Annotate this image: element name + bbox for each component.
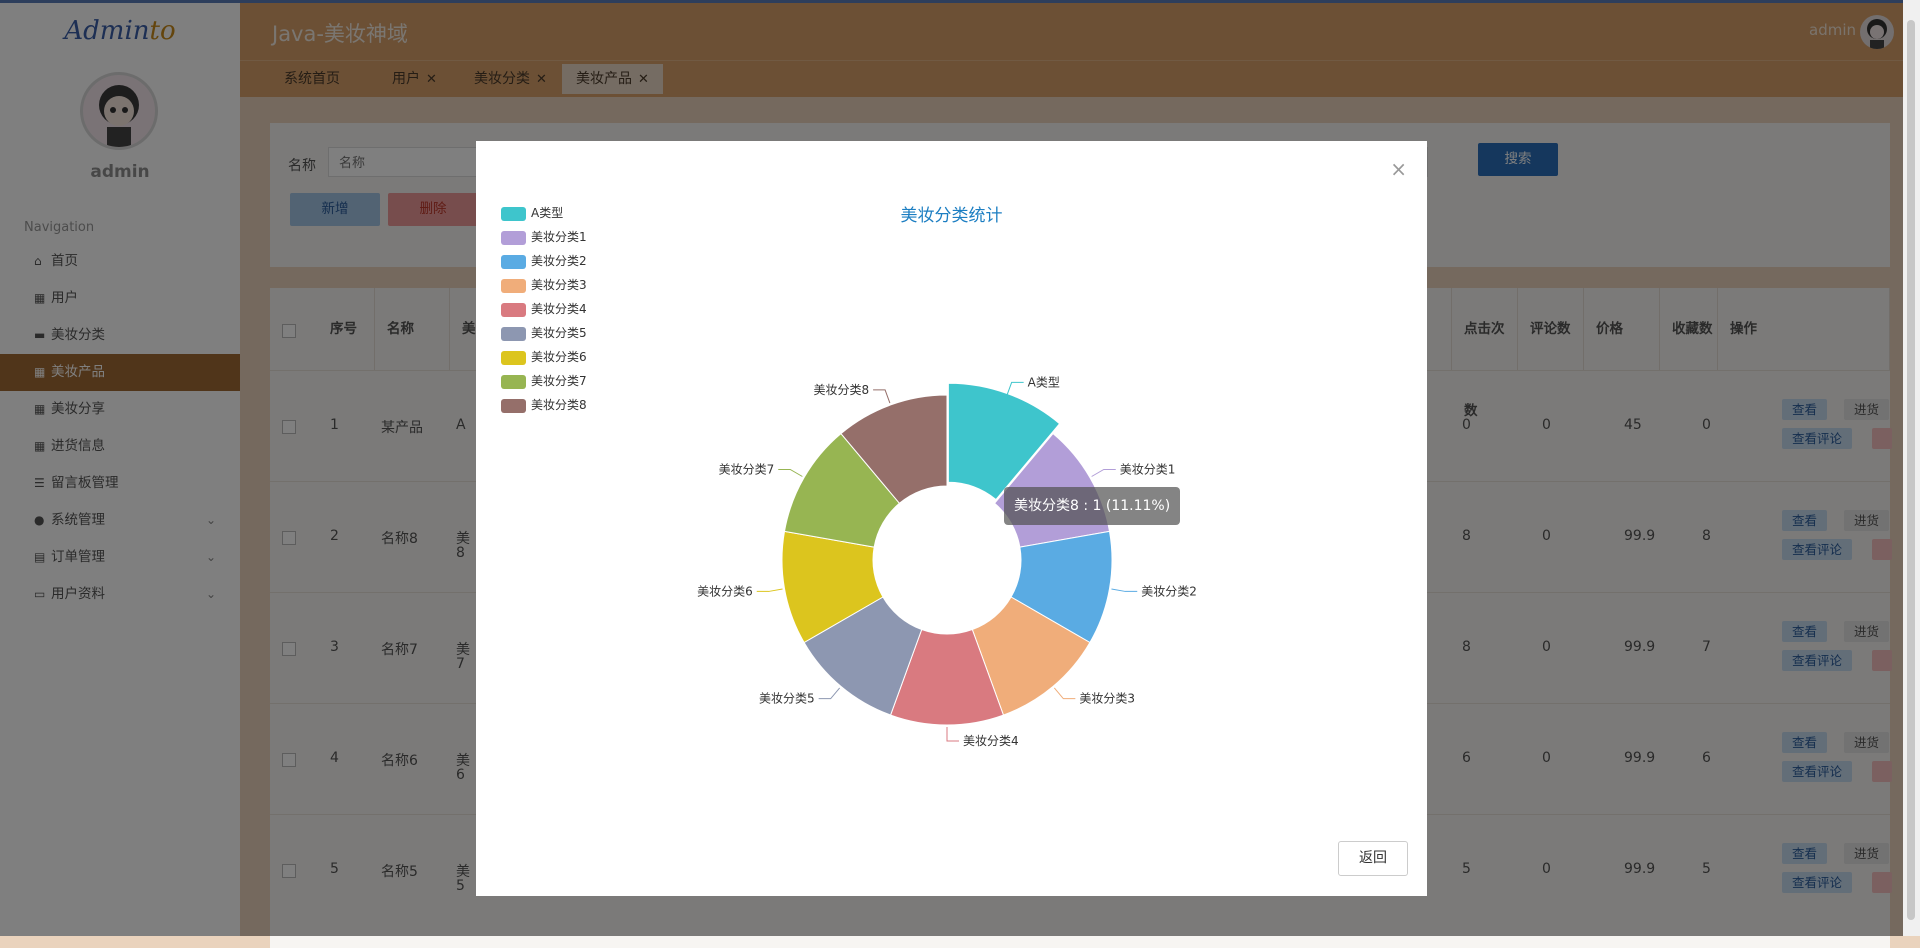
page-scrollbar[interactable]	[1903, 0, 1920, 936]
legend-item[interactable]: 美妆分类7	[501, 373, 587, 397]
chart-tooltip: 美妆分类8 : 1 (11.11%)	[1004, 487, 1181, 525]
legend-swatch	[501, 302, 526, 317]
pie-label-line	[946, 727, 959, 742]
legend-label: 美妆分类3	[531, 278, 587, 292]
legend-item[interactable]: 美妆分类2	[501, 253, 587, 277]
pie-slice-label: 美妆分类1	[1120, 463, 1176, 477]
pie-slice-label: 美妆分类5	[759, 692, 815, 706]
pie-label-line	[1111, 588, 1138, 592]
legend-item[interactable]: 美妆分类4	[501, 301, 587, 325]
legend-label: 美妆分类1	[531, 230, 587, 244]
legend-swatch	[501, 254, 526, 269]
pie-slice-label: 美妆分类7	[719, 463, 775, 477]
legend-label: 美妆分类2	[531, 254, 587, 268]
donut-chart: A类型美妆分类1 美妆分类2 美妆分类3 美妆分类4 美妆分类5 美妆分类6 美妆分类7 美妆…	[697, 375, 1197, 748]
legend-item[interactable]: 美妆分类6	[501, 349, 587, 373]
legend-item[interactable]: 美妆分类5	[501, 325, 587, 349]
pie-slice-label: 美妆分类3	[1079, 692, 1135, 706]
legend-label: 美妆分类4	[531, 302, 587, 316]
pie-label-line	[1091, 469, 1116, 477]
pie-label-line	[756, 588, 783, 592]
legend-item[interactable]: 美妆分类3	[501, 277, 587, 301]
legend-swatch	[501, 374, 526, 389]
legend-swatch	[501, 326, 526, 341]
pie-slice-label: A类型	[1028, 375, 1060, 389]
pie-label-line	[1053, 687, 1076, 700]
legend-item[interactable]: A类型	[501, 205, 587, 229]
legend-label: A类型	[531, 206, 564, 220]
chart-title: 美妆分类统计	[900, 206, 1003, 226]
pie-label-line	[818, 687, 841, 700]
scrollbar-thumb[interactable]	[1907, 20, 1915, 920]
legend-label: 美妆分类7	[531, 374, 587, 388]
pie-slice-label: 美妆分类6	[697, 584, 753, 598]
legend-swatch	[501, 230, 526, 245]
legend-swatch	[501, 350, 526, 365]
pie-slice-label: 美妆分类8	[813, 383, 869, 397]
pie-slice-label: 美妆分类2	[1141, 584, 1197, 598]
pie-label-line	[873, 389, 891, 404]
chart-modal: × A类型 美妆分类1 美妆分类2 美妆分类3 美妆分类4 美妆分类5 美妆分类6 美妆分类7…	[476, 141, 1427, 896]
legend-label: 美妆分类6	[531, 350, 587, 364]
legend-label: 美妆分类5	[531, 326, 587, 340]
back-button[interactable]: 返回	[1338, 841, 1408, 876]
legend-label: 美妆分类8	[531, 398, 587, 412]
pie-label-line	[778, 469, 803, 477]
legend-swatch	[501, 398, 526, 413]
legend-item[interactable]: 美妆分类1	[501, 229, 587, 253]
pie-label-line	[1006, 381, 1024, 396]
legend-swatch	[501, 206, 526, 221]
chart-legend: A类型美妆分类1 美妆分类2 美妆分类3 美妆分类4 美妆分类5 美妆分类6 美妆分类7 美妆…	[501, 205, 587, 421]
pie-slice-label: 美妆分类4	[963, 734, 1019, 748]
legend-item[interactable]: 美妆分类8	[501, 397, 587, 421]
legend-swatch	[501, 278, 526, 293]
